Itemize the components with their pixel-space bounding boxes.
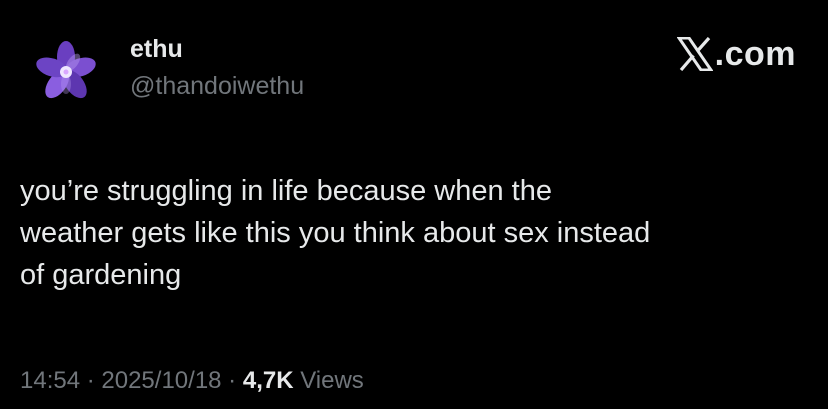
tweet-date[interactable]: 2025/10/18 [101, 367, 221, 394]
tweet-meta: 14:54 · 2025/10/18 · 4,7K Views [20, 366, 364, 396]
tweet-time[interactable]: 14:54 [20, 367, 80, 394]
tweet-card: ethu @thandoiwethu .com you’re strugglin… [0, 0, 828, 409]
views-count[interactable]: 4,7K [243, 367, 294, 394]
purple-flower-icon [30, 36, 102, 108]
views-label: Views [293, 367, 364, 394]
meta-separator: · [80, 367, 102, 394]
meta-separator: · [221, 367, 243, 394]
author-info: ethu @thandoiwethu [130, 34, 304, 101]
x-com-watermark: .com [676, 34, 796, 74]
tweet-text: you’re struggling in life because when t… [20, 175, 651, 291]
watermark-text: .com [714, 35, 796, 73]
author-handle[interactable]: @thandoiwethu [130, 71, 304, 101]
avatar[interactable] [30, 36, 102, 108]
x-logo-icon [676, 37, 713, 71]
author-display-name[interactable]: ethu [130, 34, 304, 64]
